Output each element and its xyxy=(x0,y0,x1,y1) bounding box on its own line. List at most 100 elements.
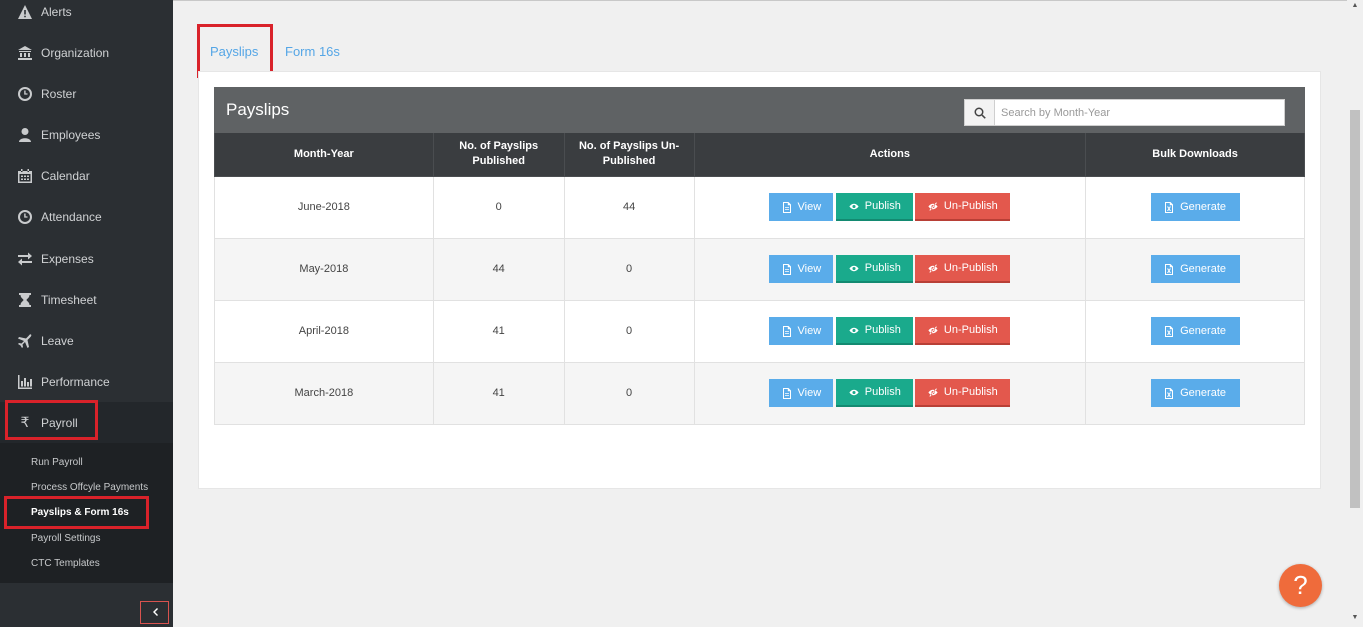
cell-published: 44 xyxy=(432,237,565,301)
sidebar-item-label: Leave xyxy=(41,333,74,348)
excel-file-icon xyxy=(1164,263,1174,275)
generate-button[interactable]: Generate xyxy=(1150,193,1240,221)
cell-month-year: May-2018 xyxy=(214,237,434,301)
header-month-year[interactable]: Month-Year xyxy=(214,133,434,177)
unpublish-button[interactable]: Un-Publish xyxy=(915,379,1011,407)
question-icon: ? xyxy=(1293,570,1308,600)
hourglass-icon xyxy=(16,292,34,308)
sidebar-item-label: Calendar xyxy=(41,168,90,183)
header-bulk-downloads: Bulk Downloads xyxy=(1085,133,1305,177)
unpublish-button[interactable]: Un-Publish xyxy=(915,317,1011,345)
sidebar-item-roster[interactable]: Roster xyxy=(0,73,173,114)
sidebar-item-label: Performance xyxy=(41,374,110,389)
cell-actions: View Publish Un-Publish xyxy=(693,175,1087,239)
bank-icon xyxy=(16,45,34,61)
eye-slash-icon xyxy=(928,263,938,274)
header-unpublished[interactable]: No. of Payslips Un-Published xyxy=(563,133,695,177)
unpublish-button-label: Un-Publish xyxy=(943,386,998,398)
submenu-item-payslips-form16[interactable]: Payslips & Form 16s xyxy=(0,500,173,525)
sidebar-item-label: Expenses xyxy=(41,251,94,266)
cell-month-year: April-2018 xyxy=(214,299,434,363)
table-row: March-2018 41 0 View Publish Un-Publish Ge… xyxy=(214,361,1305,425)
cell-month-year: June-2018 xyxy=(214,175,434,239)
publish-button[interactable]: Publish xyxy=(836,255,914,283)
sidebar-item-attendance[interactable]: Attendance xyxy=(0,196,173,237)
publish-button-label: Publish xyxy=(864,262,901,274)
search-icon xyxy=(974,107,986,119)
generate-button-label: Generate xyxy=(1180,263,1226,275)
sidebar: Alerts Organization Roster Employees Cal… xyxy=(0,0,173,627)
clock-icon xyxy=(16,86,34,102)
unpublish-button[interactable]: Un-Publish xyxy=(915,255,1011,283)
exchange-icon xyxy=(16,251,34,267)
search-box xyxy=(964,99,1285,126)
publish-button[interactable]: Publish xyxy=(836,317,914,345)
eye-icon xyxy=(849,325,859,336)
warning-icon xyxy=(16,4,34,20)
unpublish-button[interactable]: Un-Publish xyxy=(915,193,1011,221)
sidebar-item-label: Roster xyxy=(41,86,77,101)
sidebar-item-alerts[interactable]: Alerts xyxy=(0,0,173,32)
sidebar-item-employees[interactable]: Employees xyxy=(0,114,173,155)
file-icon xyxy=(782,325,792,337)
cell-bulk: Generate xyxy=(1085,361,1305,425)
tab-form-16s[interactable]: Form 16s xyxy=(285,44,340,59)
sidebar-item-leave[interactable]: Leave xyxy=(0,320,173,361)
cell-published: 41 xyxy=(432,299,565,363)
unpublish-button-label: Un-Publish xyxy=(943,262,998,274)
cell-published: 0 xyxy=(432,175,565,239)
submenu-item-offcycle-payments[interactable]: Process Offcyle Payments xyxy=(0,475,173,500)
eye-slash-icon xyxy=(928,387,938,398)
submenu-item-run-payroll[interactable]: Run Payroll xyxy=(0,450,173,475)
submenu-item-ctc-templates[interactable]: CTC Templates xyxy=(0,551,173,576)
eye-icon xyxy=(849,201,859,212)
publish-button[interactable]: Publish xyxy=(836,379,914,407)
payroll-submenu: Run Payroll Process Offcyle Payments Pay… xyxy=(0,443,173,583)
file-icon xyxy=(782,387,792,399)
cell-actions: View Publish Un-Publish xyxy=(693,237,1087,301)
sidebar-item-performance[interactable]: Performance xyxy=(0,361,173,402)
sidebar-item-timesheet[interactable]: Timesheet xyxy=(0,279,173,320)
top-border xyxy=(173,0,1363,1)
sidebar-collapse-button[interactable] xyxy=(140,601,169,624)
plane-icon xyxy=(16,333,34,349)
generate-button-label: Generate xyxy=(1180,325,1226,337)
view-button[interactable]: View xyxy=(769,317,834,345)
sidebar-item-calendar[interactable]: Calendar xyxy=(0,155,173,196)
view-button-label: View xyxy=(797,325,822,337)
eye-slash-icon xyxy=(928,201,938,212)
submenu-item-payroll-settings[interactable]: Payroll Settings xyxy=(0,526,173,551)
search-input[interactable] xyxy=(995,100,1284,125)
sidebar-item-organization[interactable]: Organization xyxy=(0,32,173,73)
sidebar-item-payroll[interactable]: ₹ Payroll xyxy=(0,402,173,443)
generate-button[interactable]: Generate xyxy=(1150,255,1240,283)
view-button[interactable]: View xyxy=(769,193,834,221)
view-button-label: View xyxy=(797,201,822,213)
publish-button[interactable]: Publish xyxy=(836,193,914,221)
help-button[interactable]: ? xyxy=(1279,564,1322,607)
generate-button[interactable]: Generate xyxy=(1150,379,1240,407)
sidebar-item-label: Payroll xyxy=(41,415,78,430)
publish-button-label: Publish xyxy=(864,324,901,336)
search-button[interactable] xyxy=(965,100,995,125)
sidebar-item-label: Attendance xyxy=(41,209,102,224)
scroll-down-arrow[interactable]: ▼ xyxy=(1350,614,1360,624)
sidebar-item-expenses[interactable]: Expenses xyxy=(0,238,173,279)
sidebar-item-label: Alerts xyxy=(41,4,72,19)
sidebar-item-label: Employees xyxy=(41,127,101,142)
excel-file-icon xyxy=(1164,387,1174,399)
scroll-up-arrow[interactable]: ▲ xyxy=(1350,2,1360,12)
table-row: April-2018 41 0 View Publish Un-Publish Ge… xyxy=(214,299,1305,363)
view-button[interactable]: View xyxy=(769,379,834,407)
generate-button[interactable]: Generate xyxy=(1150,317,1240,345)
eye-slash-icon xyxy=(928,325,938,336)
header-actions: Actions xyxy=(693,133,1087,177)
bar-chart-icon xyxy=(16,374,34,390)
tab-payslips[interactable]: Payslips xyxy=(210,44,258,59)
cell-unpublished: 0 xyxy=(563,237,695,301)
cell-bulk: Generate xyxy=(1085,237,1305,301)
unpublish-button-label: Un-Publish xyxy=(943,324,998,336)
view-button[interactable]: View xyxy=(769,255,834,283)
header-published[interactable]: No. of Payslips Published xyxy=(432,133,565,177)
scrollbar-thumb[interactable] xyxy=(1350,110,1360,508)
